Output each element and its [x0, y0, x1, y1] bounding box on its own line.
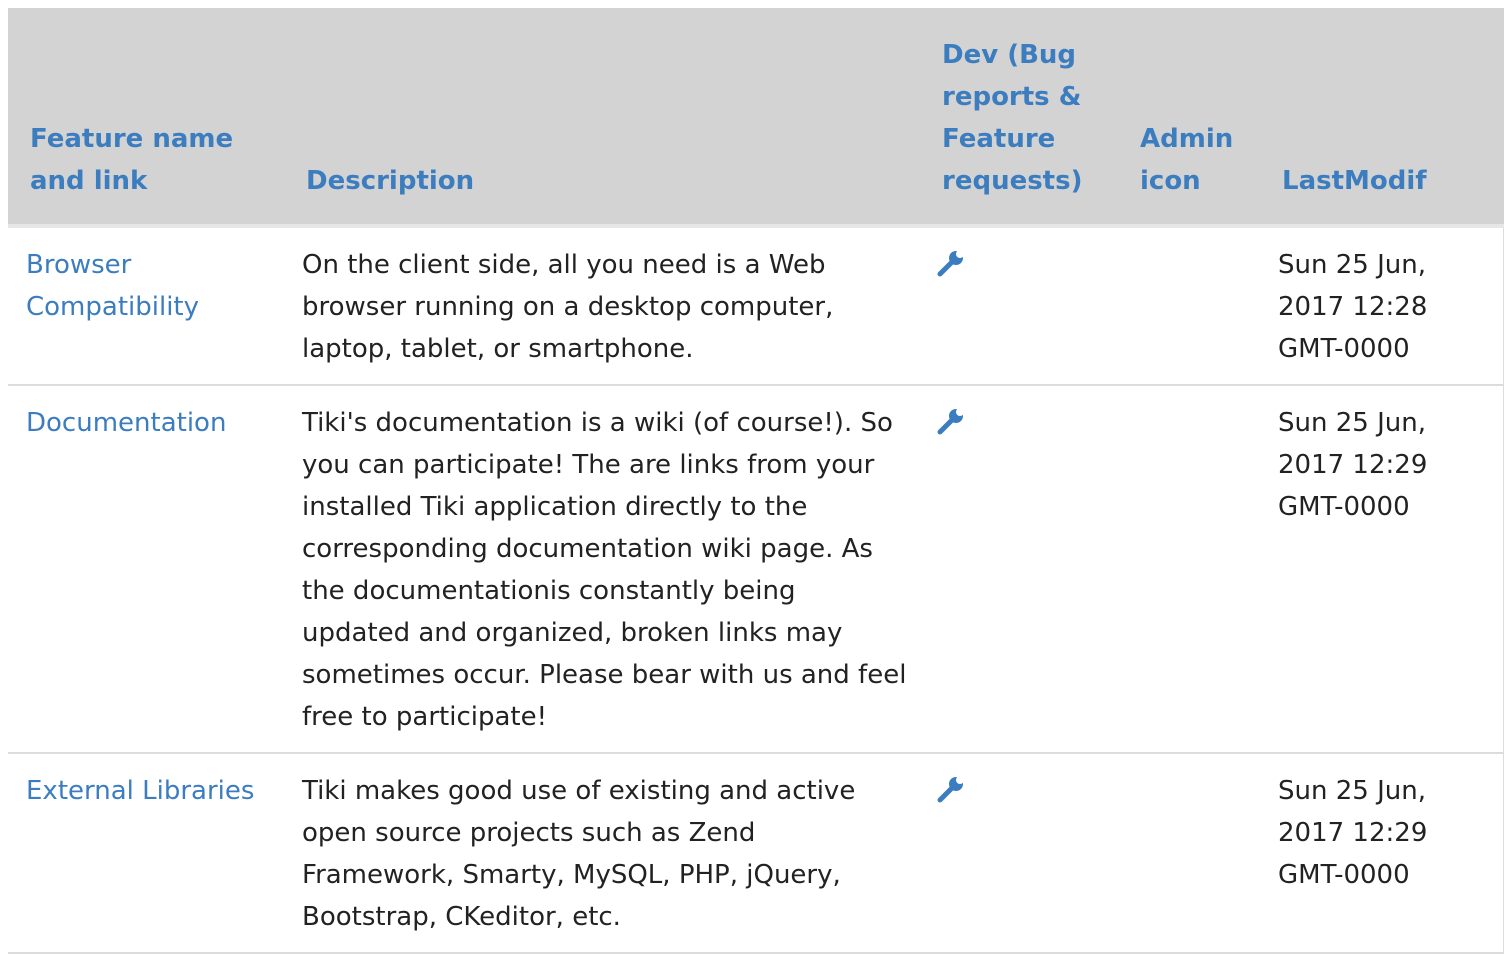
feature-name-cell: Browser Compatibility	[8, 226, 284, 386]
description-cell: On the client side, all you need is a We…	[284, 226, 920, 386]
feature-name-cell: Documentation	[8, 385, 284, 754]
wrench-icon[interactable]	[936, 406, 966, 436]
lastmodif-cell: Sun 25 Jun, 2017 12:28 GMT-0000	[1260, 226, 1504, 386]
description-cell: Tiki makes good use of existing and acti…	[284, 753, 920, 954]
table-body: Browser Compatibility On the client side…	[8, 226, 1504, 954]
wrench-icon-svg	[937, 408, 964, 435]
wrench-icon[interactable]	[936, 248, 966, 278]
column-header-dev[interactable]: Dev (Bug reports & Feature requests)	[920, 8, 1118, 226]
column-header-lastmodif[interactable]: LastModif	[1260, 8, 1504, 226]
dev-cell	[920, 385, 1118, 754]
table-header: Feature name and link Description Dev (B…	[8, 8, 1504, 226]
features-table: Feature name and link Description Dev (B…	[8, 8, 1504, 954]
header-row: Feature name and link Description Dev (B…	[8, 8, 1504, 226]
dev-cell	[920, 753, 1118, 954]
lastmodif-cell: Sun 25 Jun, 2017 12:29 GMT-0000	[1260, 385, 1504, 754]
column-header-description[interactable]: Description	[284, 8, 920, 226]
column-header-admin-icon[interactable]: Admin icon	[1118, 8, 1260, 226]
wrench-icon-svg	[937, 776, 964, 803]
feature-link-documentation[interactable]: Documentation	[26, 408, 226, 438]
table-row: Browser Compatibility On the client side…	[8, 226, 1504, 386]
admin-icon-cell	[1118, 753, 1260, 954]
feature-link-external-libraries[interactable]: External Libraries	[26, 776, 254, 806]
dev-cell	[920, 226, 1118, 386]
features-table-container: Feature name and link Description Dev (B…	[8, 8, 1504, 954]
wrench-icon-svg	[937, 250, 964, 277]
admin-icon-cell	[1118, 385, 1260, 754]
description-cell: Tiki's documentation is a wiki (of cours…	[284, 385, 920, 754]
admin-icon-cell	[1118, 226, 1260, 386]
table-row: External Libraries Tiki makes good use o…	[8, 753, 1504, 954]
wrench-icon[interactable]	[936, 774, 966, 804]
lastmodif-cell: Sun 25 Jun, 2017 12:29 GMT-0000	[1260, 753, 1504, 954]
feature-name-cell: External Libraries	[8, 753, 284, 954]
table-row: Documentation Tiki's documentation is a …	[8, 385, 1504, 754]
feature-link-browser-compatibility[interactable]: Browser Compatibility	[26, 250, 199, 322]
column-header-feature-name[interactable]: Feature name and link	[8, 8, 284, 226]
